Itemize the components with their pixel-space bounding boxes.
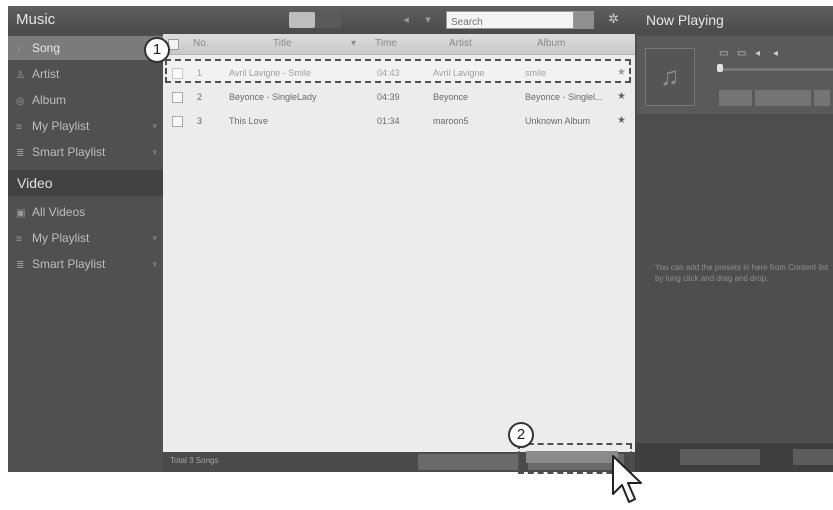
progress-knob[interactable] <box>717 64 723 72</box>
table-row[interactable]: 3 This Love 01:34 maroon5 Unknown Album … <box>163 109 635 133</box>
song-count-text: Total 3 Songs <box>170 456 219 465</box>
column-header-no[interactable]: No. <box>193 34 209 54</box>
mouse-cursor-icon <box>612 455 642 503</box>
now-playing-title: Now Playing <box>646 12 724 28</box>
back-arrow-icon[interactable]: ◂ <box>396 12 416 28</box>
now-playing-hint: You can add the presets in here from Con… <box>655 263 829 283</box>
column-header-artist[interactable]: Artist <box>449 34 472 54</box>
player-controls-area: ♫ ▭ ▭ ◂ ◂ <box>637 36 833 114</box>
cell-album: Unknown Album <box>525 116 591 126</box>
cell-no: 2 <box>197 92 203 102</box>
column-header-album[interactable]: Album <box>537 34 565 54</box>
sidebar-item-label: Smart Playlist <box>32 145 106 159</box>
song-list-panel: No. Title ▾ Time Artist Album 1 Avril La… <box>163 34 635 472</box>
cell-time: 01:34 <box>377 116 400 126</box>
player-button[interactable] <box>814 90 830 106</box>
search-input[interactable] <box>447 14 575 31</box>
play-icon[interactable]: ▭ <box>737 48 746 59</box>
favorite-star-icon[interactable]: ★ <box>617 85 626 109</box>
status-action-button[interactable] <box>418 454 518 470</box>
cell-no: 3 <box>197 116 203 126</box>
video-icon: ▣ <box>16 208 26 219</box>
next-icon[interactable]: ◂ <box>755 48 760 59</box>
album-icon: ◎ <box>16 96 25 107</box>
sidebar-item-label: My Playlist <box>32 119 90 133</box>
now-playing-footer <box>635 443 833 472</box>
music-note-icon: ♫ <box>660 61 680 91</box>
footer-button[interactable] <box>793 449 833 465</box>
column-header-title[interactable]: Title <box>273 34 292 54</box>
cell-album: Beyonce - Singlel... <box>525 92 603 102</box>
sidebar-item-video-smart-playlist[interactable]: ≣ Smart Playlist ▾ <box>8 252 163 276</box>
cell-artist: maroon5 <box>433 116 469 126</box>
sidebar-item-my-playlist[interactable]: ≡ My Playlist ▾ <box>8 114 163 138</box>
table-row[interactable]: 2 Beyonce - SingleLady 04:39 Beyonce Bey… <box>163 85 635 109</box>
callout-badge-2: 2 <box>508 422 534 448</box>
now-playing-panel: Now Playing ♫ ▭ ▭ ◂ ◂ You can add the pr… <box>635 6 833 472</box>
artist-icon: ♙ <box>16 70 25 81</box>
smart-playlist-icon: ≣ <box>16 260 25 271</box>
expand-arrow-icon[interactable]: ▾ <box>152 252 157 276</box>
cell-title: Beyonce - SingleLady <box>229 92 317 102</box>
sidebar-item-label: Song <box>32 41 61 55</box>
search-icon[interactable] <box>574 11 594 29</box>
grid-view-icon[interactable] <box>315 12 341 28</box>
sidebar-item-label: My Playlist <box>32 231 90 245</box>
player-buttons <box>719 90 833 106</box>
callout-badge-1: 1 <box>144 37 170 63</box>
album-art: ♫ <box>645 48 695 106</box>
table-header: No. Title ▾ Time Artist Album <box>163 34 635 55</box>
expand-arrow-icon[interactable]: ▾ <box>152 226 157 250</box>
row-checkbox[interactable] <box>172 92 183 103</box>
sidebar-item-album[interactable]: ◎ Album <box>8 88 163 112</box>
sidebar-item-song[interactable]: ♪ Song <box>8 36 163 60</box>
favorite-star-icon[interactable]: ★ <box>617 109 626 133</box>
expand-arrow-icon[interactable]: ▾ <box>152 114 157 138</box>
progress-bar[interactable] <box>719 68 833 71</box>
sort-arrow-icon: ▾ <box>351 38 357 49</box>
previous-icon[interactable]: ▭ <box>719 48 728 59</box>
column-header-time[interactable]: Time <box>375 34 397 54</box>
row-checkbox[interactable] <box>172 116 183 127</box>
sidebar-item-artist[interactable]: ♙ Artist <box>8 62 163 86</box>
forward-arrow-icon[interactable]: ▾ <box>418 12 438 28</box>
smart-playlist-icon: ≣ <box>16 148 25 159</box>
sidebar-item-label: Smart Playlist <box>32 257 106 271</box>
sidebar-item-all-videos[interactable]: ▣ All Videos <box>8 200 163 224</box>
cell-title: This Love <box>229 116 269 126</box>
volume-icon[interactable]: ◂ <box>773 48 778 59</box>
music-section-title: Music <box>16 11 56 28</box>
cell-time: 04:39 <box>377 92 400 102</box>
search-field[interactable] <box>446 11 575 31</box>
sidebar-item-video-my-playlist[interactable]: ≡ My Playlist ▾ <box>8 226 163 250</box>
playlist-icon: ≡ <box>16 122 22 133</box>
highlighted-button[interactable] <box>526 451 618 463</box>
expand-arrow-icon[interactable]: ▾ <box>152 140 157 164</box>
sidebar-item-label: Album <box>32 93 67 107</box>
sidebar: ♪ Song ♙ Artist ◎ Album ≡ My Playlist ▾ ≣ Sma… <box>8 34 163 472</box>
now-playing-header: Now Playing <box>635 6 833 34</box>
video-section-heading: Video <box>8 170 163 196</box>
cell-artist: Beyonce <box>433 92 469 102</box>
sidebar-item-smart-playlist[interactable]: ≣ Smart Playlist ▾ <box>8 140 163 164</box>
note-icon: ♪ <box>16 44 21 55</box>
gear-icon[interactable]: ✲ <box>608 11 619 27</box>
playlist-icon: ≡ <box>16 234 22 245</box>
sidebar-item-label: All Videos <box>32 205 86 219</box>
footer-button[interactable] <box>680 449 760 465</box>
list-view-icon[interactable] <box>289 12 315 28</box>
highlight-box-row-1 <box>165 59 631 83</box>
sidebar-item-label: Artist <box>32 67 60 81</box>
player-button[interactable] <box>755 90 811 106</box>
player-button[interactable] <box>719 90 752 106</box>
